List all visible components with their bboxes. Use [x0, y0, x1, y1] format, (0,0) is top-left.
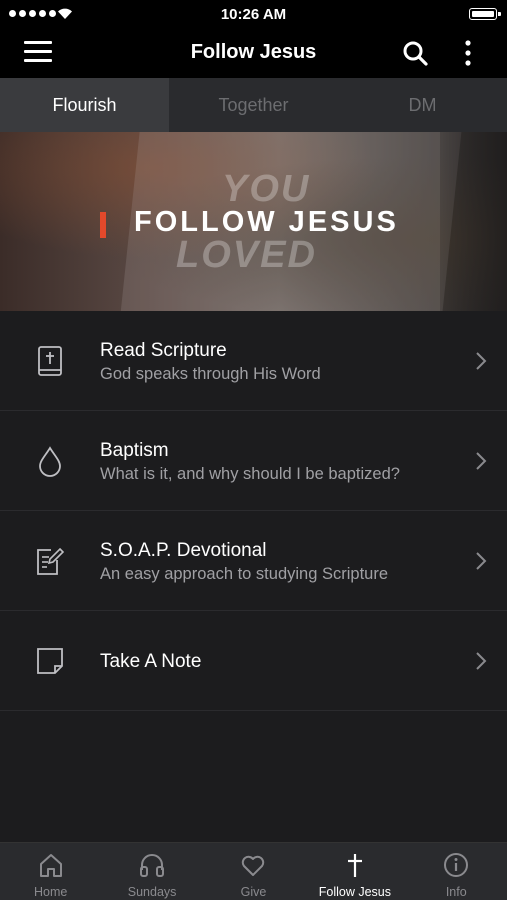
tab-flourish[interactable]: Flourish — [0, 78, 169, 132]
more-options-icon[interactable] — [458, 39, 478, 69]
list-item-subtitle: God speaks through His Word — [100, 365, 321, 383]
menu-list: Read Scripture God speaks through His Wo… — [0, 311, 507, 842]
list-item-read-scripture[interactable]: Read Scripture God speaks through His Wo… — [0, 311, 507, 411]
tab-bar-label: Sundays — [127, 885, 177, 899]
list-item-take-a-note[interactable]: Take A Note — [0, 611, 507, 711]
tab-dm[interactable]: DM — [338, 78, 507, 132]
chevron-right-icon — [476, 452, 487, 470]
home-icon — [39, 854, 62, 877]
water-drop-icon — [39, 446, 61, 477]
list-item-soap-devotional[interactable]: S.O.A.P. Devotional An easy approach to … — [0, 511, 507, 611]
list-item-title: Read Scripture — [100, 340, 227, 361]
tab-together[interactable]: Together — [169, 78, 338, 132]
edit-note-icon — [37, 547, 65, 575]
banner-shadow — [440, 132, 507, 311]
list-item-subtitle: What is it, and why should I be baptized… — [100, 465, 400, 483]
page-title: Follow Jesus — [190, 41, 317, 63]
banner-title: FOLLOW JESUS — [134, 206, 399, 238]
tab-bar-label: Info — [445, 885, 467, 899]
headphones-icon — [140, 854, 165, 877]
chevron-right-icon — [476, 552, 487, 570]
tab-bar-follow-jesus[interactable]: Follow Jesus — [304, 843, 405, 900]
chevron-right-icon — [476, 352, 487, 370]
segmented-tabs: Flourish Together DM — [0, 78, 507, 132]
hero-banner: YOU LOVED FOLLOW JESUS — [0, 132, 507, 311]
bible-icon — [38, 346, 62, 376]
heart-icon — [242, 855, 265, 876]
status-bar: 10:26 AM — [0, 0, 507, 28]
banner-background-word: YOU — [222, 168, 311, 210]
tab-bar-sundays[interactable]: Sundays — [101, 843, 202, 900]
list-item-title: S.O.A.P. Devotional — [100, 540, 267, 561]
tab-bar-info[interactable]: Info — [406, 843, 507, 900]
chevron-right-icon — [476, 652, 487, 670]
tab-bar-label: Home — [34, 885, 68, 899]
list-item-title: Baptism — [100, 440, 169, 461]
search-icon[interactable] — [402, 40, 428, 66]
bottom-tab-bar: Home Sundays Give Follow Jesus Info — [0, 842, 507, 900]
tab-bar-home[interactable]: Home — [0, 843, 101, 900]
tab-bar-label: Give — [240, 885, 267, 899]
nav-bar: Follow Jesus — [0, 28, 507, 78]
banner-background-word: LOVED — [176, 234, 317, 276]
list-item-title: Take A Note — [100, 651, 202, 672]
note-icon — [37, 648, 63, 674]
tab-bar-label: Follow Jesus — [318, 885, 391, 899]
cross-icon — [347, 854, 362, 877]
tab-bar-give[interactable]: Give — [203, 843, 304, 900]
banner-accent-bar — [100, 212, 106, 238]
info-icon — [444, 853, 469, 877]
status-time: 10:26 AM — [220, 6, 287, 23]
battery-icon — [469, 8, 501, 20]
list-item-baptism[interactable]: Baptism What is it, and why should I be … — [0, 411, 507, 511]
list-item-subtitle: An easy approach to studying Scripture — [100, 565, 389, 583]
